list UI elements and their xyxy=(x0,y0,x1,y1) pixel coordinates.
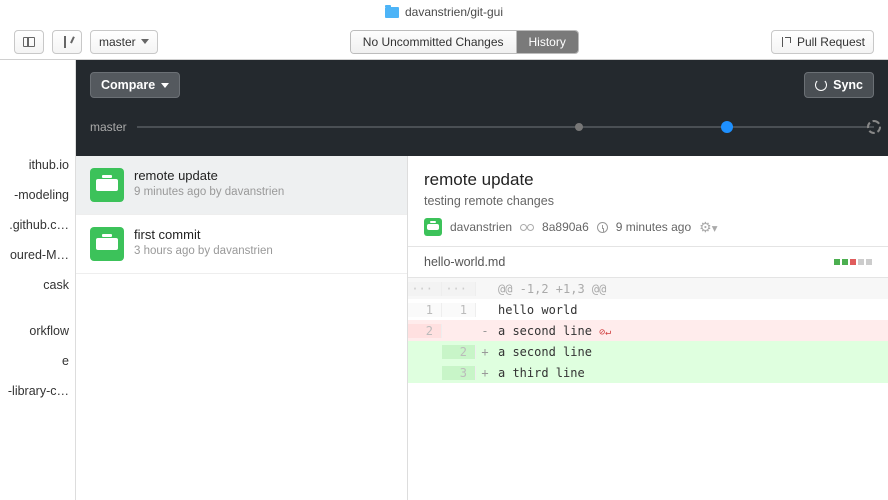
clock-icon xyxy=(597,222,608,233)
pull-request-label: Pull Request xyxy=(797,35,865,49)
tab-changes[interactable]: No Uncommitted Changes xyxy=(351,31,517,53)
compare-button[interactable]: Compare xyxy=(90,72,180,98)
repo-item[interactable]: orkflow xyxy=(0,316,75,346)
commit-title: first commit xyxy=(134,227,273,242)
window-titlebar: davanstrien/git-gui xyxy=(0,0,888,24)
chevron-down-icon xyxy=(161,83,169,88)
diff-filename: hello-world.md xyxy=(424,255,505,269)
detail-sha: 8a890a6 xyxy=(542,220,589,234)
commit-title: remote update xyxy=(134,168,284,183)
avatar xyxy=(90,168,124,202)
repo-item[interactable]: .github.c… xyxy=(0,210,75,240)
repo-item[interactable]: -modeling xyxy=(0,180,75,210)
chevron-down-icon xyxy=(141,39,149,44)
repo-item[interactable]: -library-c… xyxy=(0,376,75,406)
current-branch: master xyxy=(99,35,136,49)
timeline-current-dot[interactable] xyxy=(721,121,733,133)
toolbar: master No Uncommitted Changes History Pu… xyxy=(0,24,888,60)
avatar xyxy=(90,227,124,261)
sync-label: Sync xyxy=(833,78,863,92)
commit-item[interactable]: remote update 9 minutes ago by davanstri… xyxy=(76,156,407,215)
branch-icon xyxy=(61,36,73,48)
view-segmented-control: No Uncommitted Changes History xyxy=(350,30,579,54)
repo-item[interactable]: e xyxy=(0,346,75,376)
sync-button[interactable]: Sync xyxy=(804,72,874,98)
commit-detail: remote update testing remote changes dav… xyxy=(408,156,888,500)
repo-path: davanstrien/git-gui xyxy=(405,5,503,19)
commit-sha-icon xyxy=(520,223,534,231)
repo-item[interactable] xyxy=(0,300,75,316)
commit-timeline[interactable]: master xyxy=(90,98,874,156)
comparison-bar: Compare Sync master xyxy=(76,60,888,156)
diff-hunk-header: ······ @@ -1,2 +1,3 @@ xyxy=(408,278,888,299)
diff-line-added: 2 + a second line xyxy=(408,341,888,362)
compare-label: Compare xyxy=(101,78,155,92)
repo-sidebar: ithub.io -modeling .github.c… oured-M… c… xyxy=(0,60,76,500)
timeline-head-marker xyxy=(867,120,881,134)
branch-selector[interactable]: master xyxy=(90,30,158,54)
repo-item[interactable]: cask xyxy=(0,270,75,300)
pull-request-button[interactable]: Pull Request xyxy=(771,30,874,54)
toggle-sidebar-button[interactable] xyxy=(14,30,44,54)
detail-title: remote update xyxy=(424,170,872,190)
folder-icon xyxy=(385,7,399,18)
detail-author: davanstrien xyxy=(450,220,512,234)
pull-request-icon xyxy=(780,36,792,48)
diff-view: ······ @@ -1,2 +1,3 @@ 1 1 hello world 2… xyxy=(408,278,888,383)
commit-subtitle: 3 hours ago by davanstrien xyxy=(134,245,273,257)
repo-item[interactable]: ithub.io xyxy=(0,150,75,180)
diff-file-header[interactable]: hello-world.md xyxy=(408,246,888,278)
detail-description: testing remote changes xyxy=(424,194,872,208)
no-newline-icon: ⊘↵ xyxy=(599,327,611,338)
commit-item[interactable]: first commit 3 hours ago by davanstrien xyxy=(76,215,407,274)
gear-icon[interactable]: ⚙▾ xyxy=(699,219,717,236)
detail-time: 9 minutes ago xyxy=(616,220,691,234)
create-branch-button[interactable] xyxy=(52,30,82,54)
diff-stat-icon xyxy=(834,259,872,265)
timeline-track[interactable] xyxy=(137,126,874,128)
diff-line-removed: 2 - a second line ⊘↵ xyxy=(408,320,888,341)
commit-list: remote update 9 minutes ago by davanstri… xyxy=(76,156,408,500)
tab-history[interactable]: History xyxy=(517,31,578,53)
diff-line: 1 1 hello world xyxy=(408,299,888,320)
avatar xyxy=(424,218,442,236)
diff-line-added: 3 + a third line xyxy=(408,362,888,383)
sidebar-icon xyxy=(23,37,35,47)
timeline-commit-dot[interactable] xyxy=(575,123,583,131)
commit-subtitle: 9 minutes ago by davanstrien xyxy=(134,186,284,198)
timeline-branch-label: master xyxy=(90,120,127,134)
sync-icon xyxy=(815,79,827,91)
repo-item[interactable]: oured-M… xyxy=(0,240,75,270)
